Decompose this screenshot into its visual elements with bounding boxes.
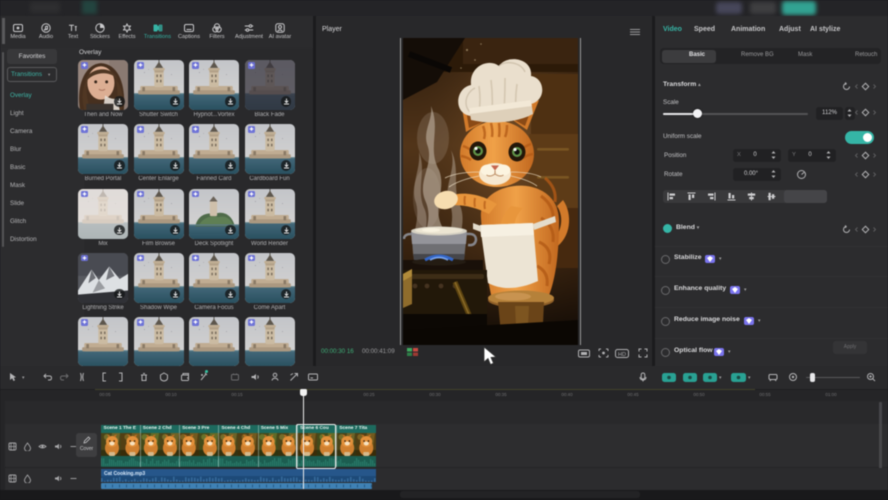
- svg-text:HD: HD: [618, 352, 626, 358]
